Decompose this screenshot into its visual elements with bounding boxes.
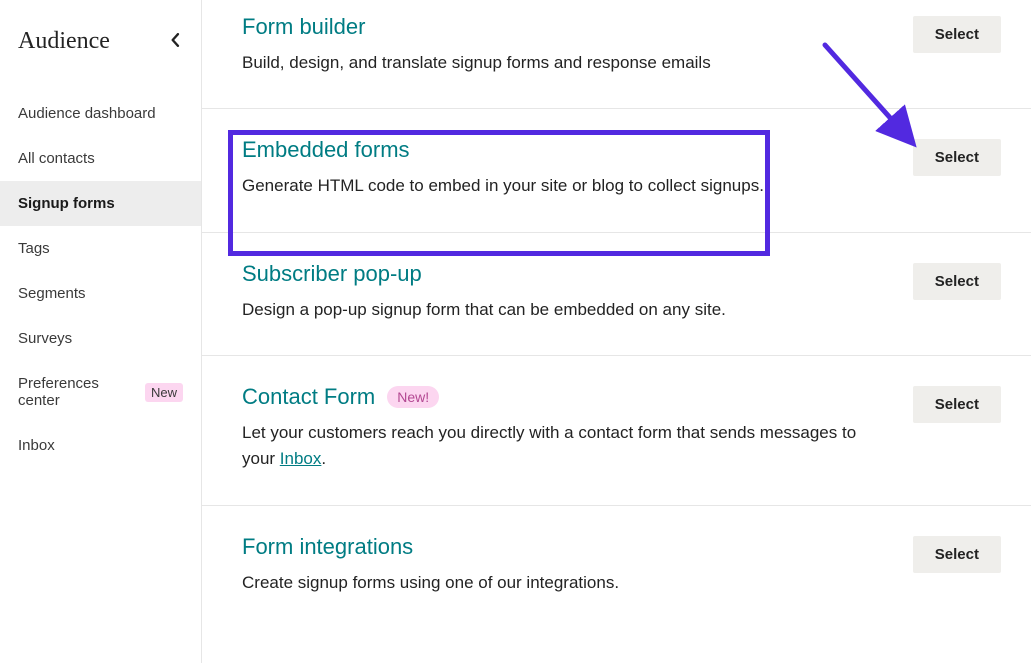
select-button-form-integrations[interactable]: Select	[913, 536, 1001, 573]
main-content: Form builder Build, design, and translat…	[202, 0, 1031, 663]
new-inline-badge: New!	[387, 386, 439, 408]
sidebar-item-signup-forms[interactable]: Signup forms	[0, 181, 201, 226]
option-text: Embedded forms Generate HTML code to emb…	[242, 137, 862, 199]
option-text: Form integrations Create signup forms us…	[242, 534, 862, 596]
option-desc-post: .	[321, 449, 326, 468]
option-title[interactable]: Contact Form New!	[242, 384, 439, 410]
option-title-text: Contact Form	[242, 384, 375, 410]
option-contact-form: Contact Form New! Let your customers rea…	[202, 356, 1031, 506]
sidebar-item-label: All contacts	[18, 150, 95, 167]
sidebar-item-label: Preferences center	[18, 375, 137, 409]
sidebar-item-label: Signup forms	[18, 195, 115, 212]
select-button-contact-form[interactable]: Select	[913, 386, 1001, 423]
option-subscriber-popup: Subscriber pop-up Design a pop-up signup…	[202, 233, 1031, 356]
sidebar-item-label: Audience dashboard	[18, 105, 156, 122]
option-desc: Let your customers reach you directly wi…	[242, 420, 862, 473]
option-title-text: Subscriber pop-up	[242, 261, 422, 287]
sidebar-item-label: Inbox	[18, 437, 55, 454]
option-title[interactable]: Subscriber pop-up	[242, 261, 422, 287]
sidebar-item-tags[interactable]: Tags	[0, 226, 201, 271]
option-title[interactable]: Embedded forms	[242, 137, 410, 163]
select-button-subscriber-popup[interactable]: Select	[913, 263, 1001, 300]
option-text: Subscriber pop-up Design a pop-up signup…	[242, 261, 862, 323]
select-button-form-builder[interactable]: Select	[913, 16, 1001, 53]
sidebar-item-audience-dashboard[interactable]: Audience dashboard	[0, 91, 201, 136]
sidebar-item-segments[interactable]: Segments	[0, 271, 201, 316]
collapse-sidebar-button[interactable]	[167, 31, 183, 52]
sidebar-title: Audience	[18, 28, 110, 55]
option-title[interactable]: Form integrations	[242, 534, 413, 560]
option-embedded-forms: Embedded forms Generate HTML code to emb…	[202, 109, 1031, 232]
inbox-link[interactable]: Inbox	[280, 449, 322, 468]
new-badge: New	[145, 383, 183, 402]
sidebar-item-label: Surveys	[18, 330, 72, 347]
option-form-integrations: Form integrations Create signup forms us…	[202, 506, 1031, 628]
sidebar-header: Audience	[0, 28, 201, 73]
sidebar-item-label: Tags	[18, 240, 50, 257]
option-desc: Generate HTML code to embed in your site…	[242, 173, 862, 199]
option-title-text: Form integrations	[242, 534, 413, 560]
option-text: Contact Form New! Let your customers rea…	[242, 384, 862, 473]
option-title-text: Form builder	[242, 14, 365, 40]
option-title[interactable]: Form builder	[242, 14, 365, 40]
select-button-embedded-forms[interactable]: Select	[913, 139, 1001, 176]
sidebar-list: Audience dashboard All contacts Signup f…	[0, 91, 201, 468]
option-desc-pre: Let your customers reach you directly wi…	[242, 423, 856, 468]
chevron-left-icon	[169, 33, 181, 50]
option-desc: Design a pop-up signup form that can be …	[242, 297, 862, 323]
sidebar: Audience Audience dashboard All contacts…	[0, 0, 202, 663]
sidebar-item-surveys[interactable]: Surveys	[0, 316, 201, 361]
sidebar-item-label: Segments	[18, 285, 86, 302]
sidebar-item-inbox[interactable]: Inbox	[0, 423, 201, 468]
option-form-builder: Form builder Build, design, and translat…	[202, 0, 1031, 109]
sidebar-item-all-contacts[interactable]: All contacts	[0, 136, 201, 181]
option-desc: Create signup forms using one of our int…	[242, 570, 862, 596]
sidebar-item-preferences-center[interactable]: Preferences center New	[0, 361, 201, 423]
option-text: Form builder Build, design, and translat…	[242, 14, 862, 76]
option-desc: Build, design, and translate signup form…	[242, 50, 862, 76]
option-title-text: Embedded forms	[242, 137, 410, 163]
